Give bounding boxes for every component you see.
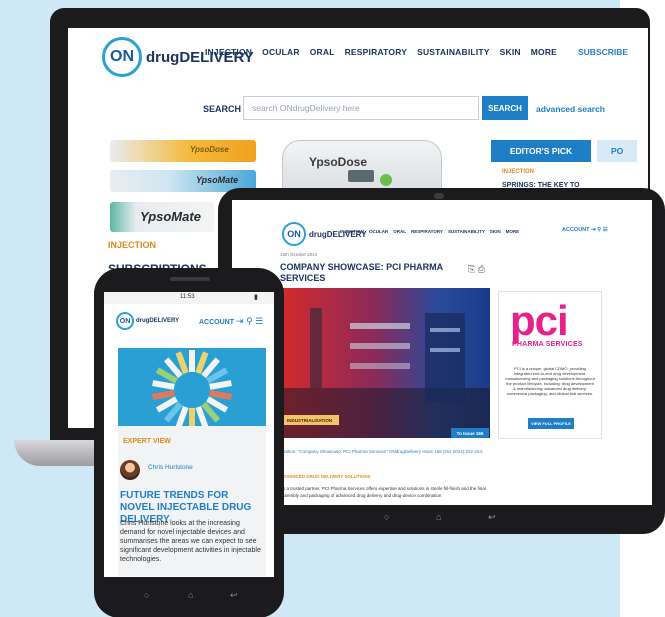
product-label-1: YpsoDose	[190, 145, 229, 154]
search-label: SEARCH	[203, 104, 242, 114]
status-time: 11:53	[180, 294, 195, 300]
phone-speaker	[170, 277, 210, 281]
nav-item-oral[interactable]: ORAL	[393, 229, 406, 234]
menu-icon[interactable]: ☰	[255, 316, 263, 326]
article-image	[118, 348, 266, 426]
back-icon[interactable]: ↩	[230, 590, 238, 601]
back-icon[interactable]: ↩	[488, 512, 496, 523]
nav-item-sustainability[interactable]: SUSTAINABILITY	[417, 47, 490, 57]
home-icon[interactable]: ⌂	[188, 590, 193, 600]
device-display	[348, 170, 374, 182]
print-icon[interactable]: ⎙	[478, 264, 485, 274]
nav-item-ocular[interactable]: OCULAR	[262, 47, 300, 57]
nav-item-injection[interactable]: INJECTION	[340, 229, 364, 234]
nav-item-respiratory[interactable]: RESPIRATORY	[411, 229, 443, 234]
nav-item-skin[interactable]: SKIN	[490, 229, 501, 234]
article-body: As a trusted partner, PCI Pharma Service…	[280, 486, 486, 498]
nav-item-respiratory[interactable]: RESPIRATORY	[345, 47, 408, 57]
view-profile-button[interactable]: VIEW FULL PROFILE	[528, 418, 574, 429]
section-heading: ADVANCED DRUG DELIVERY SOLUTIONS	[280, 474, 371, 479]
product-pen-1	[110, 140, 256, 162]
vials-photo	[118, 348, 266, 426]
phone-header-icons: ⇥ ⚲ ☰	[236, 316, 263, 327]
nav-item-oral[interactable]: ORAL	[310, 47, 335, 57]
article-citation[interactable]: Citation: "Company Showcase: PCI Pharma …	[280, 448, 502, 455]
company-description: PCI is a unique, global CDMO, providing …	[505, 366, 595, 396]
editors-pick-category: INJECTION	[502, 169, 535, 175]
article-category[interactable]: INJECTION	[108, 240, 156, 250]
laptop-main-nav: INJECTION OCULAR ORAL RESPIRATORY SUSTAI…	[205, 47, 557, 57]
home-button-icon[interactable]: ○	[144, 590, 149, 600]
nav-item-sustainability[interactable]: SUSTAINABILITY	[448, 229, 485, 234]
logo-on-circle: ON	[102, 37, 142, 77]
search-icon[interactable]: ⚲	[246, 316, 253, 326]
search-input[interactable]: search ONdrugDelivery here	[243, 96, 479, 120]
article-summary: Chris Hurlstone looks at the increasing …	[120, 520, 261, 563]
tablet-logo[interactable]: ON drugDELIVERY	[282, 222, 366, 246]
login-icon: ⇥	[591, 227, 596, 233]
article-category-label: EXPERT VIEW	[123, 438, 171, 445]
login-icon[interactable]: ⇥	[236, 316, 244, 326]
article-date: 15th October 2024	[280, 252, 318, 257]
account-label: ACCOUNT	[562, 227, 590, 233]
phone-account-link[interactable]: ACCOUNT	[199, 319, 234, 326]
pci-logo: pci	[510, 297, 569, 344]
search-icon[interactable]: ⚲	[597, 227, 601, 233]
nav-item-skin[interactable]: SKIN	[500, 47, 521, 57]
author-name[interactable]: Chris Hurlstone	[148, 464, 193, 471]
pdf-print-icons[interactable]: ⎘ ⎙	[468, 264, 485, 275]
hero-category-badge[interactable]: INDUSTRIALISATION	[284, 415, 339, 425]
product-label-2: YpsoMate	[196, 175, 239, 185]
author-avatar	[120, 460, 140, 480]
tablet-nav-bar	[232, 508, 652, 528]
menu-icon[interactable]: ☰	[603, 227, 608, 233]
nav-item-injection[interactable]: INJECTION	[205, 47, 252, 57]
logo-on-circle: ON	[116, 312, 134, 330]
tablet-camera	[434, 193, 444, 199]
product-label-3: YpsoMate	[140, 209, 201, 224]
home-icon[interactable]: ⌂	[436, 512, 441, 522]
logo-on-circle: ON	[282, 222, 306, 246]
tablet-account-link[interactable]: ACCOUNT ⇥ ⚲ ☰	[562, 227, 608, 233]
search-button[interactable]: SEARCH	[482, 96, 528, 120]
nav-item-ocular[interactable]: OCULAR	[369, 229, 388, 234]
home-button-icon[interactable]: ○	[384, 512, 389, 522]
tab-editors-pick[interactable]: EDITOR'S PICK	[491, 140, 591, 162]
pci-logo-subtitle: PHARMA SERVICES	[512, 341, 583, 348]
article-title: COMPANY SHOWCASE: PCI PHARMA SERVICES	[280, 262, 443, 283]
device-label: YpsoDose	[309, 155, 368, 169]
nav-item-more[interactable]: MORE	[531, 47, 557, 57]
battery-icon: ▮	[254, 294, 258, 301]
to-issue-button[interactable]: To Issue 166	[451, 428, 489, 438]
laptop-logo[interactable]: ON drugDELIVERY	[102, 37, 254, 77]
phone-logo[interactable]: ON drugDELIVERY	[116, 312, 179, 330]
nav-item-more[interactable]: MORE	[506, 229, 520, 234]
subscribe-link[interactable]: SUBSCRIBE	[578, 47, 628, 57]
pdf-icon[interactable]: ⎘	[468, 264, 475, 274]
advanced-search-link[interactable]: advanced search	[536, 104, 605, 114]
device-button-icon	[380, 174, 392, 186]
logo-text: drugDELIVERY	[136, 318, 180, 324]
phone-status-bar: 11:53 ▮	[104, 292, 274, 304]
tab-popular[interactable]: PO	[597, 140, 637, 162]
tablet-main-nav: INJECTION OCULAR ORAL RESPIRATORY SUSTAI…	[340, 229, 519, 234]
